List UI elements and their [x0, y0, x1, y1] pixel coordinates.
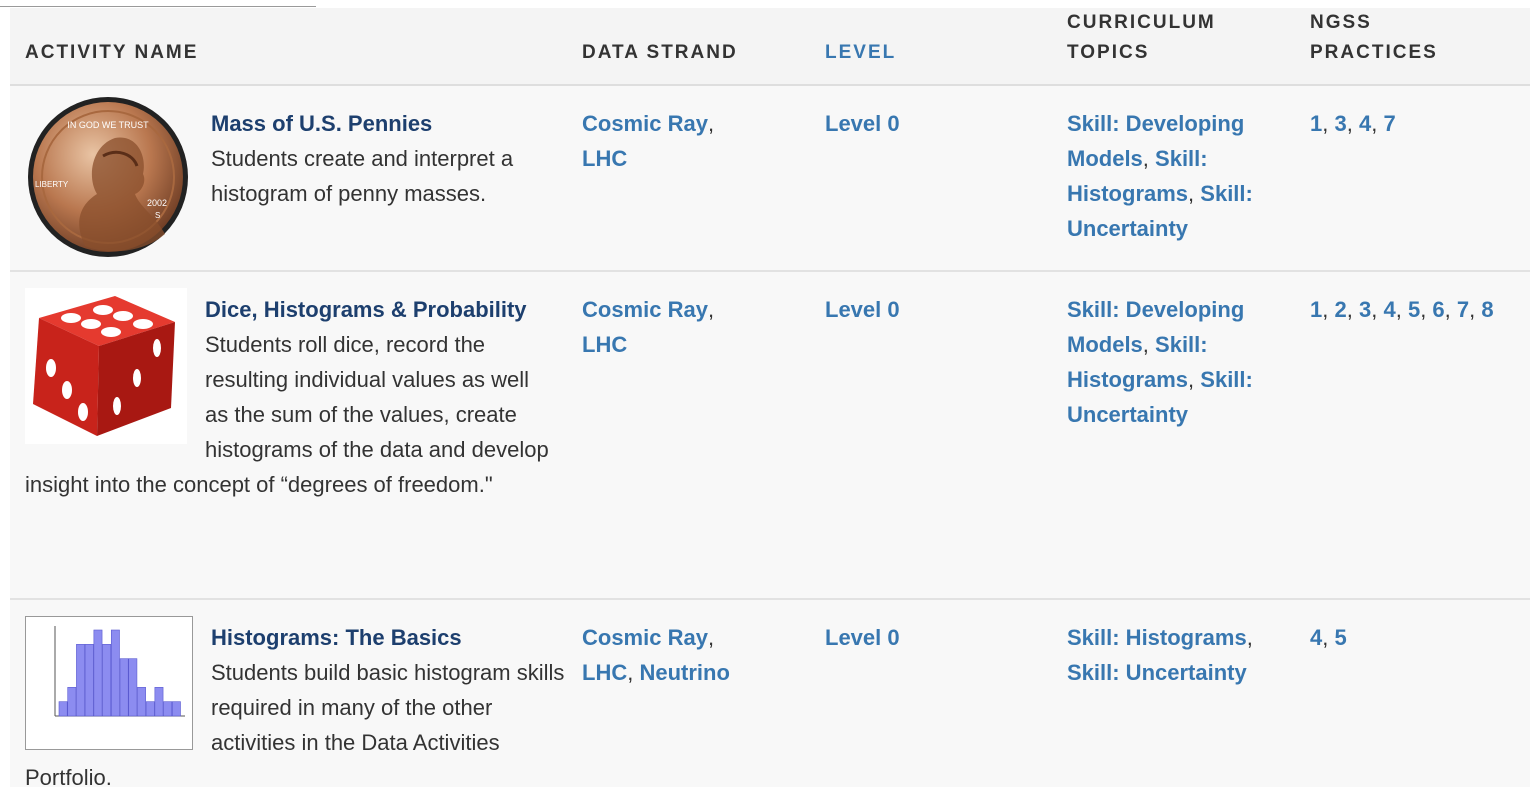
table-row: IN GOD WE TRUST LIBERTY 2002 S Mass of U… — [10, 86, 1530, 272]
header-curriculum-line2: TOPICS — [1067, 42, 1150, 63]
level-cell: Level 0 — [825, 620, 900, 655]
practices-cell: 1, 2, 3, 4, 5, 6, 7, 8 — [1310, 297, 1494, 322]
activity-title-link[interactable]: Histograms: The Basics — [211, 625, 462, 650]
strand-link-lhc[interactable]: LHC — [582, 660, 627, 685]
practice-link[interactable]: 3 — [1359, 297, 1371, 322]
header-ngss-practices[interactable]: NGSS PRACTICES — [1310, 8, 1438, 68]
header-curriculum-line1: CURRICULUM — [1067, 12, 1216, 33]
topics-cell: Skill: Developing Models, Skill: Histogr… — [1067, 111, 1253, 241]
activity-summary: Students create and interpret a histogra… — [211, 146, 514, 206]
level-cell: Level 0 — [825, 106, 900, 141]
practice-link[interactable]: 2 — [1334, 297, 1346, 322]
level-link[interactable]: Level 0 — [825, 625, 900, 650]
practice-link[interactable]: 5 — [1334, 625, 1346, 650]
level-link[interactable]: Level 0 — [825, 111, 900, 136]
activity-description: Mass of U.S. Pennies Students create and… — [25, 106, 565, 246]
strand-link-cosmic-ray[interactable]: Cosmic Ray — [582, 297, 708, 322]
table-header: ACTIVITY NAME DATA STRAND LEVEL CURRICUL… — [10, 8, 1530, 86]
activity-title-link[interactable]: Mass of U.S. Pennies — [211, 111, 432, 136]
data-strand-cell: Cosmic Ray, LHC — [582, 297, 715, 357]
activities-table: ACTIVITY NAME DATA STRAND LEVEL CURRICUL… — [10, 8, 1530, 790]
topics-cell: Skill: Developing Models, Skill: Histogr… — [1067, 297, 1253, 427]
table-row: Dice, Histograms & Probability Students … — [10, 272, 1530, 600]
activity-title-link[interactable]: Dice, Histograms & Probability — [205, 297, 527, 322]
topic-link-histograms[interactable]: Skill: Histograms — [1067, 625, 1247, 650]
data-strand-cell: Cosmic Ray, LHC — [582, 111, 715, 171]
header-activity-name[interactable]: ACTIVITY NAME — [25, 38, 198, 68]
table-row: Histograms: The Basics Students build ba… — [10, 600, 1530, 800]
practice-link[interactable]: 4 — [1310, 625, 1322, 650]
level-link[interactable]: Level 0 — [825, 297, 900, 322]
header-data-strand[interactable]: DATA STRAND — [582, 38, 738, 68]
activity-description: Dice, Histograms & Probability Students … — [25, 292, 555, 502]
header-level[interactable]: LEVEL — [825, 38, 896, 68]
topic-link-uncertainty[interactable]: Skill: Uncertainty — [1067, 660, 1247, 685]
strand-link-cosmic-ray[interactable]: Cosmic Ray — [582, 625, 708, 650]
practices-cell: 1, 3, 4, 7 — [1310, 111, 1396, 136]
practice-link[interactable]: 4 — [1359, 111, 1371, 136]
practice-link[interactable]: 6 — [1432, 297, 1444, 322]
strand-link-lhc[interactable]: LHC — [582, 332, 627, 357]
top-divider-line — [0, 6, 316, 7]
practice-link[interactable]: 7 — [1457, 297, 1469, 322]
practice-link[interactable]: 1 — [1310, 297, 1322, 322]
practice-link[interactable]: 8 — [1481, 297, 1493, 322]
header-ngss-line1: NGSS — [1310, 12, 1372, 33]
practice-link[interactable]: 4 — [1383, 297, 1395, 322]
data-strand-cell: Cosmic Ray, LHC, Neutrino — [582, 625, 730, 685]
header-ngss-line2: PRACTICES — [1310, 42, 1438, 63]
practices-cell: 4, 5 — [1310, 625, 1347, 650]
practice-link[interactable]: 5 — [1408, 297, 1420, 322]
header-curriculum-topics[interactable]: CURRICULUM TOPICS — [1067, 8, 1216, 68]
strand-link-neutrino[interactable]: Neutrino — [639, 660, 729, 685]
topics-cell: Skill: Histograms, Skill: Uncertainty — [1067, 625, 1253, 685]
strand-link-lhc[interactable]: LHC — [582, 146, 627, 171]
strand-link-cosmic-ray[interactable]: Cosmic Ray — [582, 111, 708, 136]
level-cell: Level 0 — [825, 292, 900, 327]
practice-link[interactable]: 3 — [1334, 111, 1346, 136]
practice-link[interactable]: 1 — [1310, 111, 1322, 136]
practice-link[interactable]: 7 — [1383, 111, 1395, 136]
activity-description: Histograms: The Basics Students build ba… — [25, 620, 565, 795]
